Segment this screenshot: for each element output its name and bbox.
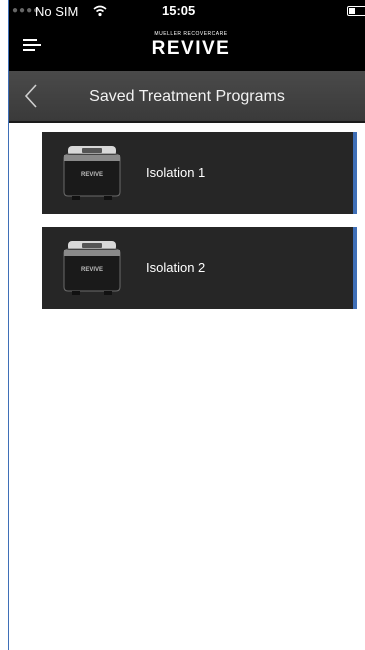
item-accent-bar bbox=[353, 227, 357, 309]
program-item[interactable]: REVIVE Isolation 2 bbox=[42, 227, 357, 309]
menu-button[interactable] bbox=[23, 37, 45, 53]
app-header: MUELLER RECOVERCARE REVIVE bbox=[9, 24, 365, 71]
revive-device-image: REVIVE bbox=[63, 241, 121, 295]
status-bar: ●●●● No SIM 15:05 bbox=[9, 0, 365, 24]
clock: 15:05 bbox=[162, 3, 196, 18]
page-title: Saved Treatment Programs bbox=[89, 88, 285, 105]
program-name: Isolation 2 bbox=[146, 260, 206, 275]
svg-text:REVIVE: REVIVE bbox=[81, 172, 103, 178]
program-item[interactable]: REVIVE Isolation 1 bbox=[42, 132, 357, 214]
program-name: Isolation 1 bbox=[146, 165, 206, 180]
menu-icon bbox=[23, 39, 37, 41]
logo-brand-line: MUELLER RECOVERCARE bbox=[154, 31, 228, 37]
carrier-label: No SIM bbox=[35, 4, 79, 19]
logo-text: REVIVE bbox=[151, 38, 231, 59]
revive-device-image: REVIVE bbox=[63, 146, 121, 200]
title-bar: Saved Treatment Programs bbox=[9, 71, 365, 123]
revive-logo: MUELLER RECOVERCARE REVIVE bbox=[141, 29, 241, 65]
battery-icon bbox=[347, 6, 365, 16]
svg-text:REVIVE: REVIVE bbox=[81, 267, 103, 273]
wifi-icon bbox=[93, 5, 107, 17]
item-accent-bar bbox=[353, 132, 357, 214]
